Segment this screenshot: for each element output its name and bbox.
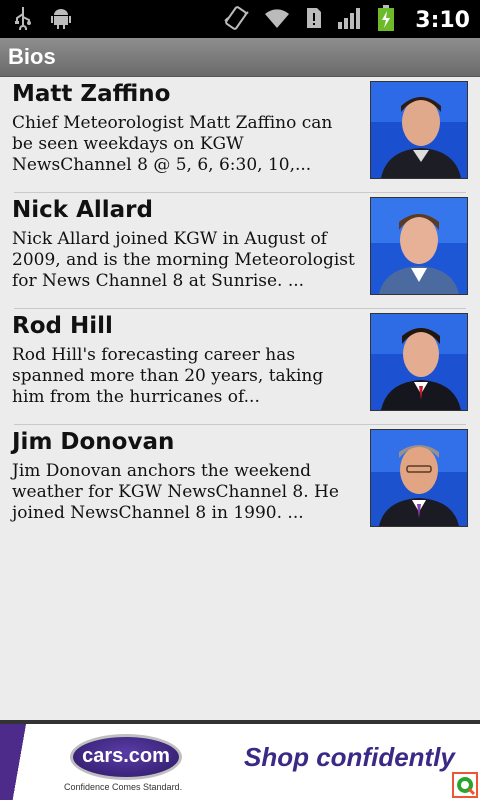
battery-charging-icon [377,4,395,36]
bio-name: Nick Allard [12,197,153,223]
advertisement-banner[interactable]: cars.com Confidence Comes Standard. Shop… [0,720,480,800]
bio-list: Matt Zaffino Chief Meteorologist Matt Za… [0,77,480,541]
ad-tagline: Confidence Comes Standard. [64,782,183,792]
bio-item-matt-zaffino[interactable]: Matt Zaffino Chief Meteorologist Matt Za… [0,77,480,193]
usb-icon [14,6,32,34]
bio-name: Jim Donovan [12,429,175,455]
bio-name: Matt Zaffino [12,81,171,107]
bio-name: Rod Hill [12,313,113,339]
bio-photo [370,313,468,411]
alert-icon [305,6,323,34]
android-debug-icon [50,6,72,34]
clock: 3:10 [415,7,470,33]
bio-description: Nick Allard joined KGW in August of 2009… [12,229,355,291]
bio-description: Jim Donovan anchors the weekend weather … [12,461,339,523]
cars-com-logo: cars.com [70,734,182,780]
title-bar: Bios [0,38,480,77]
page-title: Bios [8,44,56,69]
bio-photo [370,197,468,295]
ad-slogan: Shop confidently [244,742,455,772]
bio-item-nick-allard[interactable]: Nick Allard Nick Allard joined KGW in Au… [0,193,480,309]
bio-description: Chief Meteorologist Matt Zaffino can be … [12,113,333,175]
signal-icon [337,6,363,34]
bio-photo [370,81,468,179]
ad-choices-icon[interactable] [452,772,478,798]
bio-description: Rod Hill's forecasting career has spanne… [12,345,324,407]
ad-stripe [0,724,30,800]
wifi-icon [263,6,291,34]
bio-photo [370,429,468,527]
vibrate-icon [223,5,249,35]
bio-item-rod-hill[interactable]: Rod Hill Rod Hill's forecasting career h… [0,309,480,425]
logo-text: cars.com [82,745,170,767]
bio-item-jim-donovan[interactable]: Jim Donovan Jim Donovan anchors the week… [0,425,480,541]
status-bar: 3:10 [0,0,480,38]
